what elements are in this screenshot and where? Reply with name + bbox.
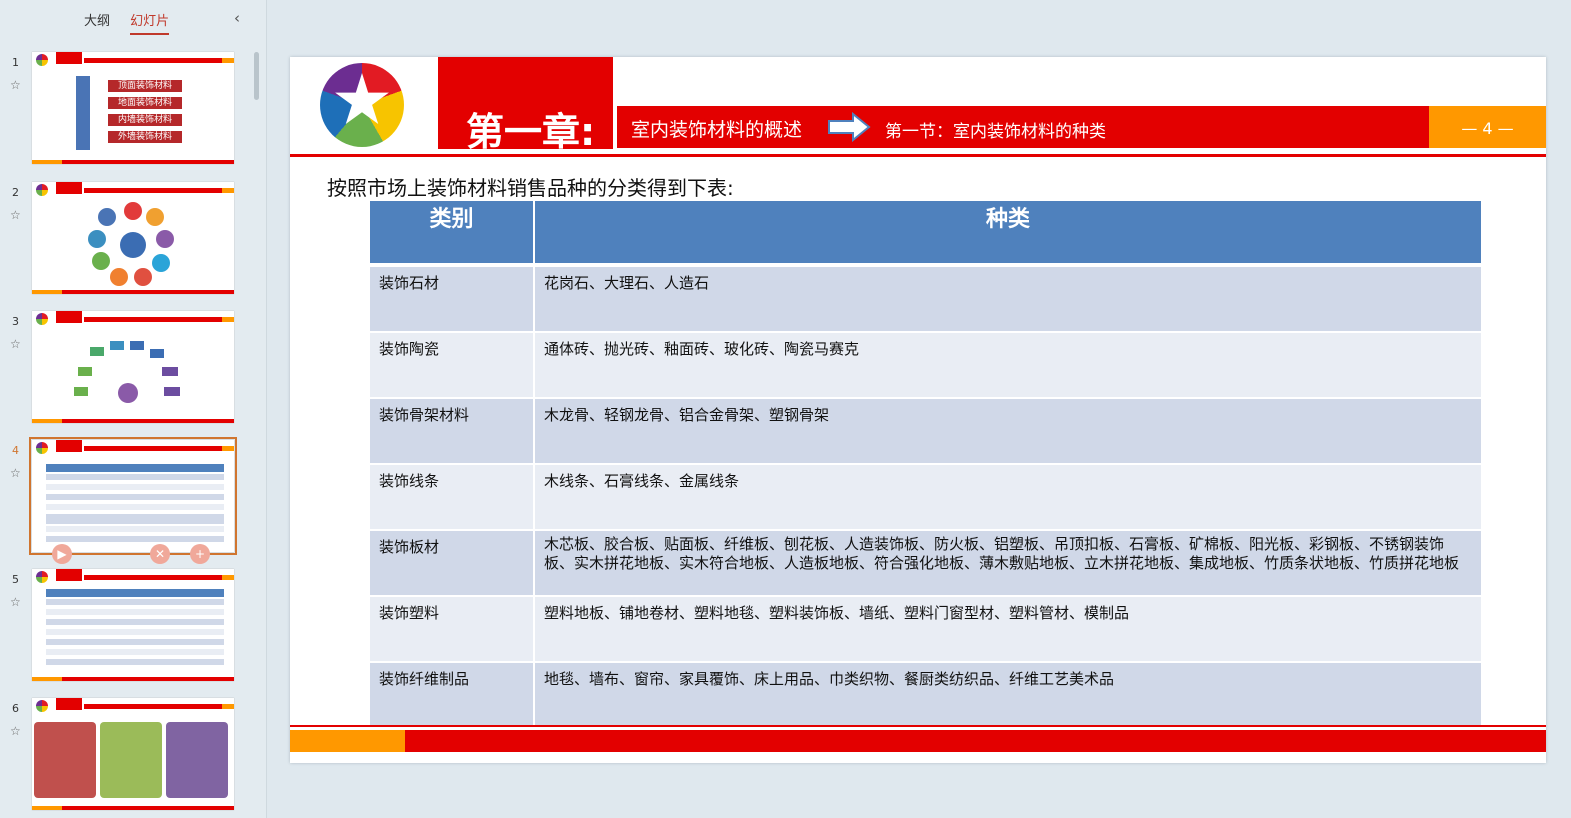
thumb-box: 地面装饰材料 (108, 97, 182, 109)
tab-outline[interactable]: 大纲 (84, 10, 110, 33)
logo-icon (36, 184, 48, 196)
cell-types: 花岗石、大理石、人造石 (535, 267, 1481, 331)
slide-thumbnail-3[interactable] (32, 311, 234, 423)
logo-icon (36, 442, 48, 454)
logo-icon (36, 571, 48, 583)
cell-types: 木芯板、胶合板、贴面板、纤维板、刨花板、人造装饰板、防火板、铝塑板、吊顶扣板、石… (535, 531, 1481, 595)
table-row: 装饰纤维制品 地毯、墙布、窗帘、家具覆饰、床上用品、巾类织物、餐厨类纺织品、纤维… (370, 663, 1481, 727)
logo-icon (36, 700, 48, 712)
cell-types: 木龙骨、轻钢龙骨、铝合金骨架、塑钢骨架 (535, 399, 1481, 463)
collapse-panel-icon[interactable]: ‹ (234, 9, 240, 27)
cell-category: 装饰塑料 (370, 597, 533, 661)
add-slide-icon[interactable]: + (190, 544, 210, 564)
slide-thumbnail-6[interactable] (32, 698, 234, 810)
slide-canvas[interactable]: 第一章: 室内装饰材料的概述 第一节：室内装饰材料的种类 — 4 — 按照市场上… (290, 57, 1546, 763)
thumbnail-number: 2 (12, 186, 19, 199)
thumbnail-number: 1 (12, 56, 19, 69)
slide-thumbnail-4[interactable] (29, 437, 237, 555)
arrow-right-icon (828, 112, 871, 142)
slide-thumbnail-1[interactable]: 顶面装饰材料 地面装饰材料 内墙装饰材料 外墙装饰材料 (32, 52, 234, 164)
header-title: 室内装饰材料的概述 (631, 119, 803, 141)
cell-category: 装饰纤维制品 (370, 663, 533, 727)
slide-thumbnail-2[interactable] (32, 182, 234, 294)
panel-scrollbar[interactable] (254, 52, 259, 100)
thumbnail-number: 4 (12, 444, 19, 457)
cell-category: 装饰板材 (370, 531, 533, 595)
divider (290, 154, 1546, 157)
thumbnail-number: 6 (12, 702, 19, 715)
logo-icon (36, 313, 48, 325)
star-icon[interactable]: ☆ (10, 466, 21, 480)
footer-orange-bar (290, 730, 405, 752)
page-number: — 4 — (1461, 119, 1514, 138)
star-icon[interactable]: ☆ (10, 595, 21, 609)
cell-category: 装饰石材 (370, 267, 533, 331)
thumb-box: 内墙装饰材料 (108, 114, 182, 126)
thumbnail-number: 3 (12, 315, 19, 328)
table-row: 装饰石材 花岗石、大理石、人造石 (370, 267, 1481, 331)
thumbnail-controls: ▶ ✕ + (50, 544, 230, 566)
thumb-box: 顶面装饰材料 (108, 80, 182, 92)
play-icon[interactable]: ▶ (52, 544, 72, 564)
table-row: 装饰塑料 塑料地板、铺地卷材、塑料地毯、塑料装饰板、墙纸、塑料门窗型材、塑料管材… (370, 597, 1481, 661)
chapter-box: 第一章: (438, 57, 613, 154)
slide-thumbnail-5[interactable] (32, 569, 234, 681)
materials-table: 类别 种类 装饰石材 花岗石、大理石、人造石 装饰陶瓷 通体砖、抛光砖、釉面砖、… (370, 201, 1481, 727)
cell-types: 地毯、墙布、窗帘、家具覆饰、床上用品、巾类织物、餐厨类纺织品、纤维工艺美术品 (535, 663, 1481, 727)
table-row: 装饰板材 木芯板、胶合板、贴面板、纤维板、刨花板、人造装饰板、防火板、铝塑板、吊… (370, 531, 1481, 595)
table-row: 装饰陶瓷 通体砖、抛光砖、釉面砖、玻化砖、陶瓷马赛克 (370, 333, 1481, 397)
table-row: 装饰线条 木线条、石膏线条、金属线条 (370, 465, 1481, 529)
table-header-types: 种类 (535, 201, 1481, 263)
transition-icon[interactable]: ✕ (150, 544, 170, 564)
cell-category: 装饰骨架材料 (370, 399, 533, 463)
chapter-title: 第一章: (466, 110, 596, 154)
header-bar: 室内装饰材料的概述 第一节：室内装饰材料的种类 (617, 106, 1429, 148)
cell-category: 装饰线条 (370, 465, 533, 529)
section-title: 第一节：室内装饰材料的种类 (885, 122, 1106, 142)
cell-types: 塑料地板、铺地卷材、塑料地毯、塑料装饰板、墙纸、塑料门窗型材、塑料管材、模制品 (535, 597, 1481, 661)
star-icon[interactable]: ☆ (10, 724, 21, 738)
intro-text: 按照市场上装饰材料销售品种的分类得到下表: (327, 176, 734, 200)
tab-slides[interactable]: 幻灯片 (130, 10, 170, 35)
star-icon[interactable]: ☆ (10, 78, 21, 92)
logo-icon (36, 54, 48, 66)
logo-icon (320, 63, 404, 147)
thumbnail-number: 5 (12, 573, 19, 586)
star-icon[interactable]: ☆ (10, 208, 21, 222)
star-icon[interactable]: ☆ (10, 337, 21, 351)
cell-types: 木线条、石膏线条、金属线条 (535, 465, 1481, 529)
footer-divider (290, 725, 1546, 727)
table-header-category: 类别 (370, 201, 533, 263)
page-number-box: — 4 — (1429, 106, 1546, 148)
cell-category: 装饰陶瓷 (370, 333, 533, 397)
cell-types: 通体砖、抛光砖、釉面砖、玻化砖、陶瓷马赛克 (535, 333, 1481, 397)
table-row: 装饰骨架材料 木龙骨、轻钢龙骨、铝合金骨架、塑钢骨架 (370, 399, 1481, 463)
thumb-box: 外墙装饰材料 (108, 131, 182, 143)
slide-panel: 大纲 幻灯片 ‹ 1 ☆ 顶面装饰材料 地面装饰材料 内墙装饰材料 外墙装饰材料… (0, 0, 267, 818)
panel-tabs: 大纲 幻灯片 (84, 10, 185, 35)
footer-red-bar (405, 730, 1546, 752)
category-bar (76, 76, 90, 150)
